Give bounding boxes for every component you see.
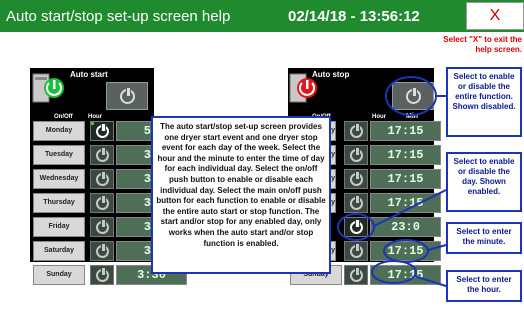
stop-wednesday-toggle[interactable] xyxy=(344,169,368,189)
start-friday-time[interactable]: 3 xyxy=(116,217,156,237)
start-wednesday-time[interactable]: 3 xyxy=(116,169,156,189)
start-day-tuesday: Tuesday xyxy=(33,145,85,165)
power-icon xyxy=(96,196,109,210)
start-day-monday: Monday xyxy=(33,121,85,141)
start-day-wednesday: Wednesday xyxy=(33,169,85,189)
power-icon xyxy=(350,172,363,186)
stop-saturday-toggle[interactable] xyxy=(344,241,368,261)
stop-friday-toggle[interactable] xyxy=(344,217,368,237)
stop-sunday-time[interactable]: 17:15 xyxy=(370,265,441,285)
start-monday-time[interactable]: 5 xyxy=(116,121,156,141)
start-wednesday-toggle[interactable] xyxy=(90,169,114,189)
start-tuesday-time[interactable]: 3 xyxy=(116,145,156,165)
stop-friday-time[interactable]: 23:0 xyxy=(370,217,441,237)
start-day-sunday: Sunday xyxy=(33,265,85,285)
power-icon xyxy=(96,268,109,282)
stop-thursday-time[interactable]: 17:15 xyxy=(370,193,441,213)
power-icon xyxy=(350,268,363,282)
power-icon xyxy=(96,220,109,234)
start-thursday-time[interactable]: 3 xyxy=(116,193,156,213)
start-master-toggle[interactable] xyxy=(106,82,148,110)
title-bar: Auto start/stop set-up screen help 02/14… xyxy=(0,0,524,32)
start-saturday-time[interactable]: 3 xyxy=(116,241,156,261)
stop-saturday-time[interactable]: 17:15 xyxy=(370,241,441,261)
start-saturday-toggle[interactable] xyxy=(90,241,114,261)
power-icon xyxy=(350,196,363,210)
close-help-label: Select "X" to exit the help screen. xyxy=(443,35,522,54)
enabled-indicator xyxy=(91,122,94,125)
page-title: Auto start/stop set-up screen help xyxy=(6,8,231,25)
power-icon xyxy=(350,220,363,234)
auto-start-title: Auto start xyxy=(70,70,108,79)
hour-callout: Select to enter the hour. xyxy=(446,270,522,302)
start-thursday-toggle[interactable] xyxy=(90,193,114,213)
start-sunday-toggle[interactable] xyxy=(90,265,114,285)
start-tuesday-toggle[interactable] xyxy=(90,145,114,165)
start-hour-header: Hour xyxy=(88,114,102,120)
stop-hour-header: Hour xyxy=(372,114,386,120)
stop-monday-toggle[interactable] xyxy=(344,121,368,141)
start-onoff-header: On/Off xyxy=(54,114,73,120)
power-icon xyxy=(96,124,109,138)
stop-thursday-toggle[interactable] xyxy=(344,193,368,213)
power-icon xyxy=(120,88,135,104)
dryer-stop-icon xyxy=(289,73,317,103)
power-icon xyxy=(96,244,109,258)
minute-callout: Select to enter the minute. xyxy=(446,222,522,254)
power-icon xyxy=(350,244,363,258)
stop-master-toggle[interactable] xyxy=(392,82,434,110)
power-icon xyxy=(96,172,109,186)
close-help-text: Select "X" to exit the help screen. xyxy=(430,35,524,55)
power-icon xyxy=(350,148,363,162)
stop-min-header: Min xyxy=(406,113,419,120)
datetime-display: 02/14/18 - 13:56:12 xyxy=(288,8,420,25)
stop-tuesday-toggle[interactable] xyxy=(344,145,368,165)
start-day-thursday: Thursday xyxy=(33,193,85,213)
day-callout: Select to enable or disable the day. Sho… xyxy=(446,152,522,212)
start-day-friday: Friday xyxy=(33,217,85,237)
power-icon xyxy=(96,148,109,162)
stop-sunday-toggle[interactable] xyxy=(344,265,368,285)
master-callout: Select to enable or disable the entire f… xyxy=(446,67,522,137)
start-friday-toggle[interactable] xyxy=(90,217,114,237)
stop-tuesday-time[interactable]: 17:15 xyxy=(370,145,441,165)
start-day-saturday: Saturday xyxy=(33,241,85,261)
help-description: The auto start/stop set-up screen provid… xyxy=(151,116,331,274)
dryer-start-icon xyxy=(32,73,64,103)
power-icon xyxy=(350,124,363,138)
close-button[interactable]: X xyxy=(466,2,524,30)
stop-monday-time[interactable]: 17:15 xyxy=(370,121,441,141)
stop-wednesday-time[interactable]: 17:15 xyxy=(370,169,441,189)
power-icon xyxy=(406,88,421,104)
